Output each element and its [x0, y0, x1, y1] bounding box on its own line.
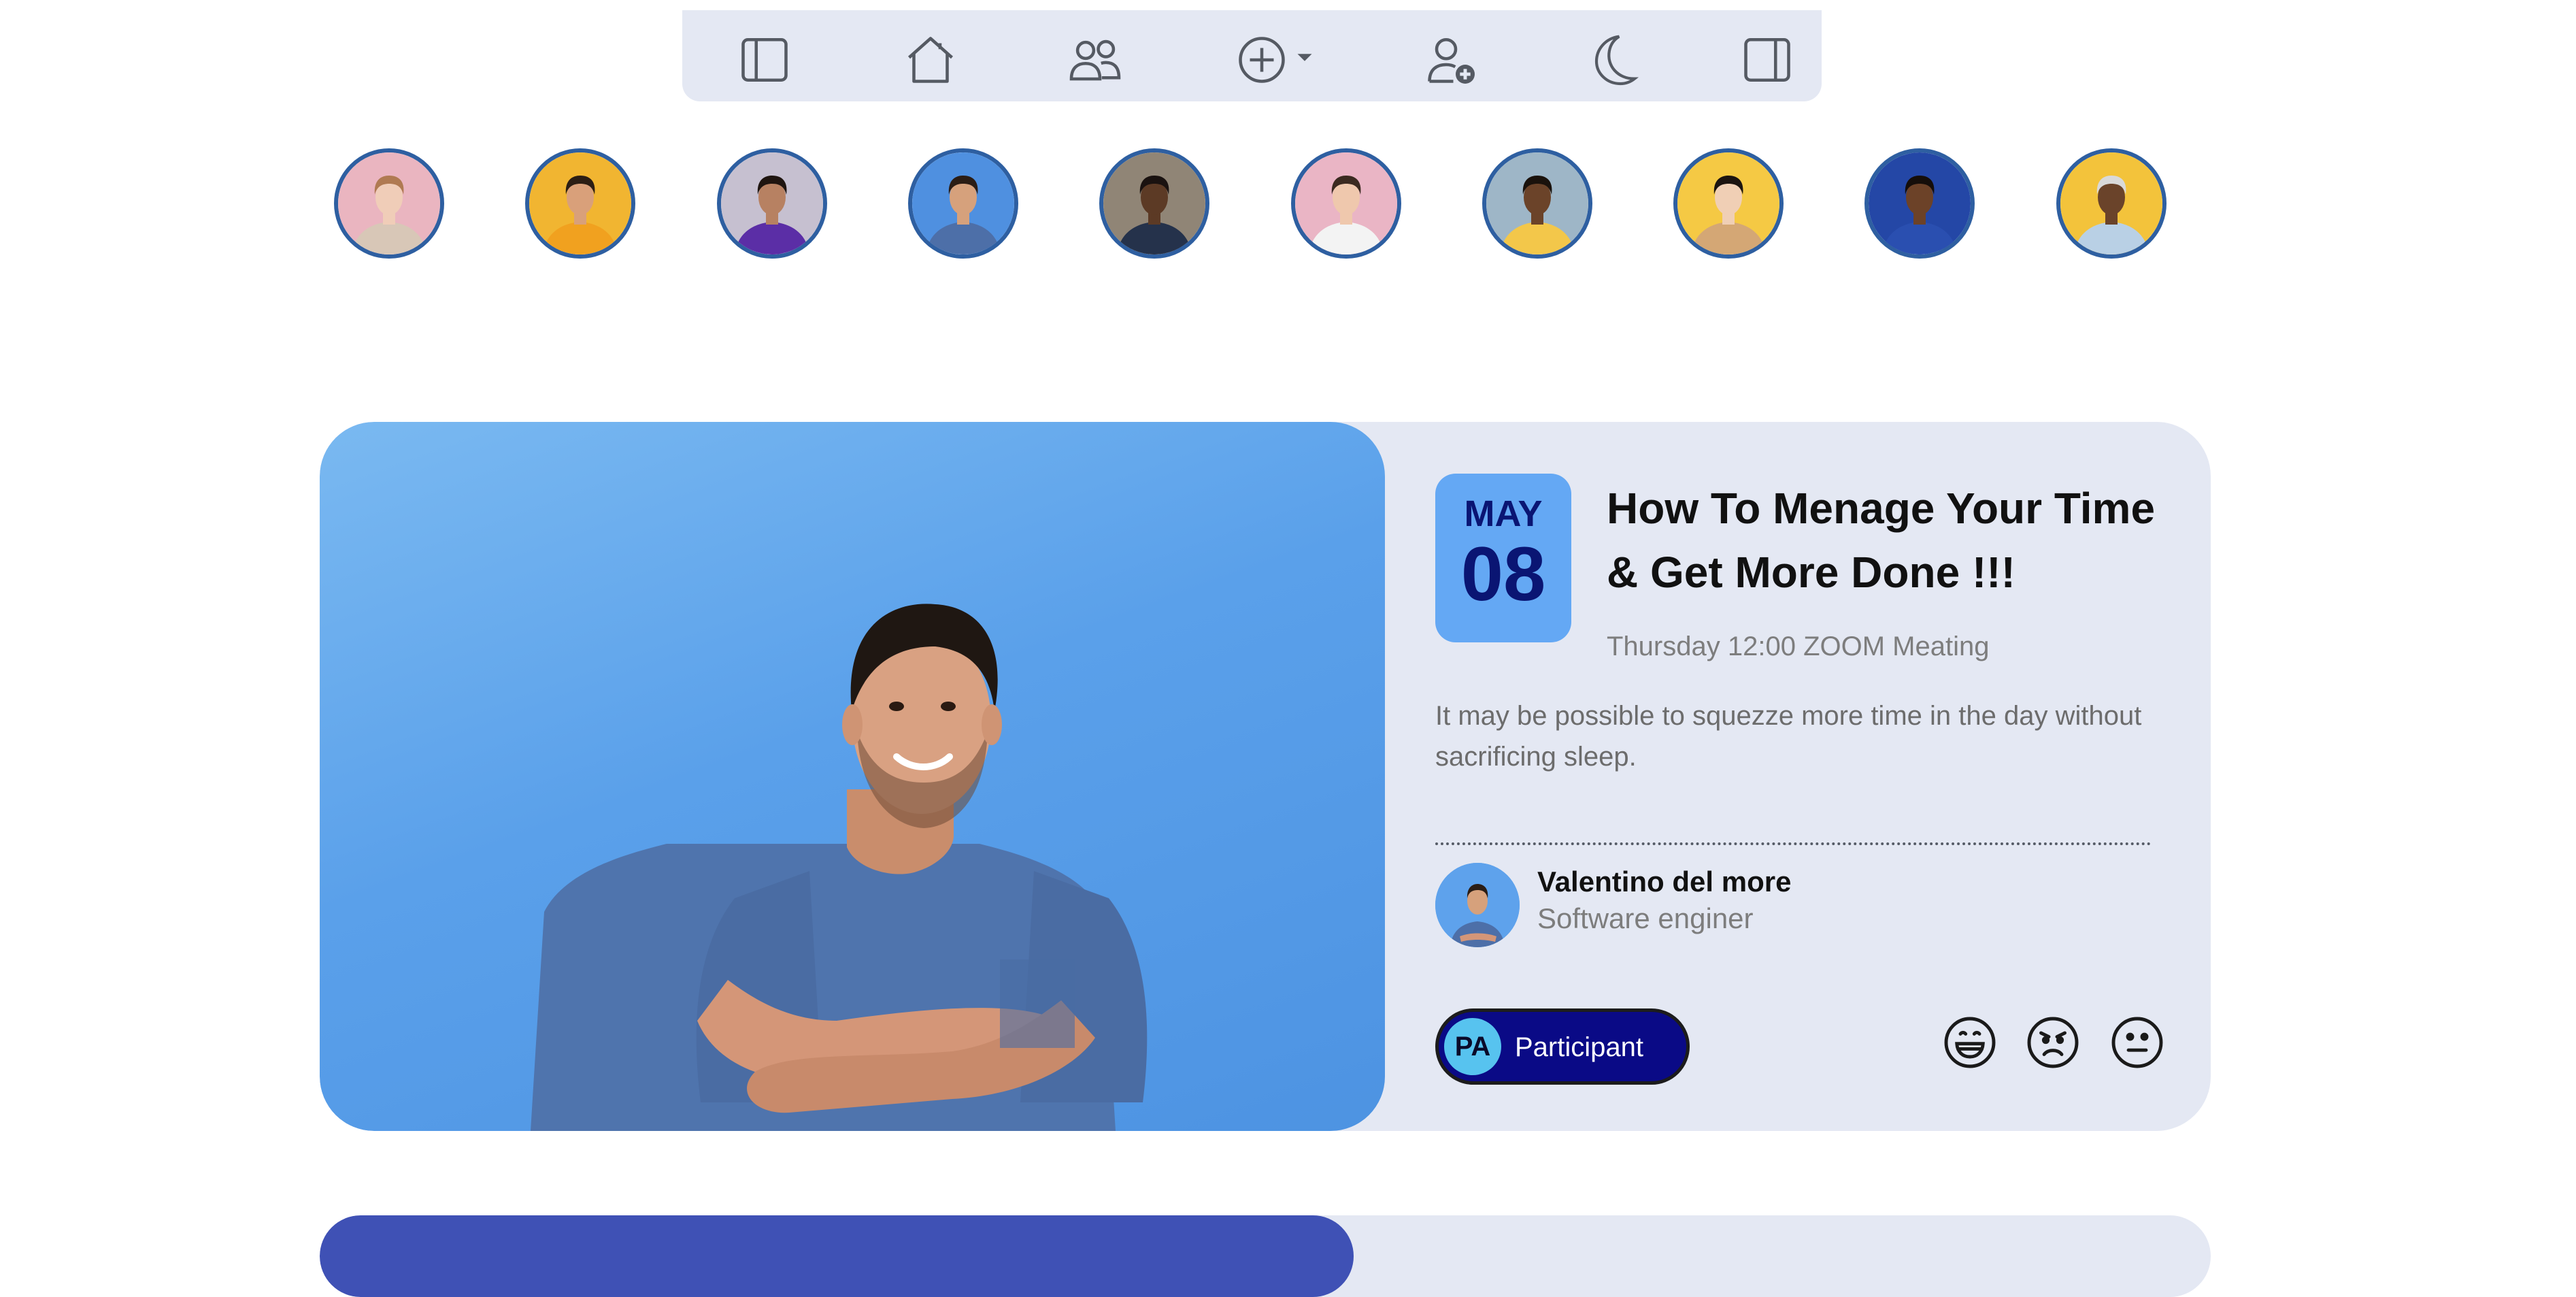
- event-card: MAY 08 How To Menage Your Time & Get Mor…: [320, 422, 2211, 1131]
- add-user-button[interactable]: [1420, 29, 1482, 91]
- dotted-divider: [1435, 842, 2151, 845]
- story-avatar-illustration: [1295, 152, 1397, 255]
- event-description: It may be possible to squezze more time …: [1435, 701, 2142, 772]
- story-avatar-4[interactable]: [908, 148, 1018, 259]
- participant-label: Participant: [1515, 1032, 1643, 1062]
- person-photo-illustration: [531, 604, 1148, 1131]
- reaction-neutral-button[interactable]: [2109, 1014, 2166, 1071]
- story-avatar-7[interactable]: [1482, 148, 1592, 259]
- stories-avatar-strip: [0, 148, 2576, 271]
- right-sidebar-icon: [1744, 37, 1790, 82]
- event-month: MAY: [1464, 493, 1543, 534]
- moon-icon: [1594, 35, 1639, 86]
- add-dropdown-button[interactable]: [1233, 29, 1328, 91]
- add-circle-icon: [1239, 37, 1312, 83]
- host-avatar-illustration: [1435, 863, 1520, 947]
- story-avatar-illustration: [1869, 152, 1971, 255]
- neutral-face-icon: [2111, 1017, 2163, 1068]
- host-avatar[interactable]: [1435, 863, 1520, 947]
- story-avatar-8[interactable]: [1673, 148, 1784, 259]
- story-avatar-illustration: [338, 152, 440, 255]
- home-button[interactable]: [900, 29, 961, 91]
- story-avatar-illustration: [1677, 152, 1779, 255]
- event-date-badge: MAY 08: [1435, 474, 1571, 642]
- left-sidebar-icon: [741, 37, 788, 82]
- story-avatar-6[interactable]: [1291, 148, 1401, 259]
- dark-mode-toggle-button[interactable]: [1577, 29, 1645, 91]
- host-name: Valentino del more: [1537, 866, 1792, 898]
- people-icon: [1069, 39, 1121, 81]
- story-avatar-10[interactable]: [2056, 148, 2167, 259]
- left-sidebar-toggle-button[interactable]: [734, 29, 795, 91]
- story-avatar-illustration: [1103, 152, 1205, 255]
- story-avatar-1[interactable]: [334, 148, 444, 259]
- story-avatar-3[interactable]: [717, 148, 827, 259]
- story-avatar-2[interactable]: [525, 148, 635, 259]
- event-time-location: Thursday 12:00 ZOOM Meating: [1607, 631, 1990, 661]
- story-avatar-illustration: [2060, 152, 2162, 255]
- story-avatar-illustration: [912, 152, 1014, 255]
- angry-face-icon: [2027, 1017, 2079, 1068]
- event-cover-image: [320, 422, 1385, 1131]
- story-avatar-illustration: [721, 152, 823, 255]
- next-event-cover-image: [320, 1215, 1354, 1297]
- story-avatar-9[interactable]: [1864, 148, 1975, 259]
- event-day: 08: [1460, 531, 1546, 617]
- participant-initials: PA: [1444, 1018, 1501, 1075]
- people-button[interactable]: [1065, 29, 1126, 91]
- home-icon: [907, 37, 954, 83]
- event-title: How To Menage Your Time & Get More Done …: [1607, 484, 2156, 597]
- next-event-card: [320, 1215, 2211, 1297]
- story-avatar-illustration: [1486, 152, 1588, 255]
- top-toolbar: [682, 10, 1822, 101]
- participant-button[interactable]: PA Participant: [1435, 1008, 1690, 1085]
- story-avatar-illustration: [529, 152, 631, 255]
- reaction-angry-button[interactable]: [2024, 1014, 2081, 1071]
- grinning-face-icon: [1944, 1017, 1996, 1068]
- right-sidebar-toggle-button[interactable]: [1737, 29, 1798, 91]
- story-avatar-5[interactable]: [1099, 148, 1209, 259]
- add-user-icon: [1428, 37, 1475, 84]
- reaction-happy-button[interactable]: [1941, 1014, 1998, 1071]
- host-role: Software enginer: [1537, 902, 1754, 934]
